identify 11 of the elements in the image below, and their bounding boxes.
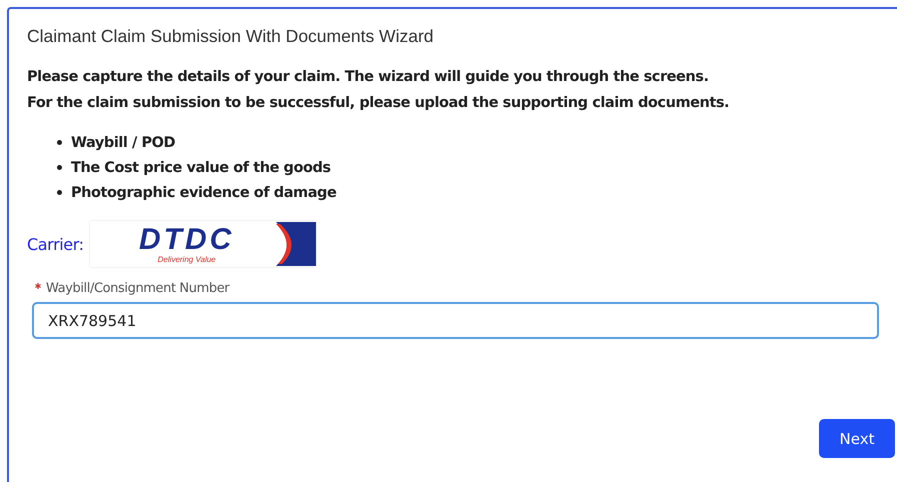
waybill-input-field[interactable]: XRX789541 — [32, 302, 879, 339]
document-list-item: The Cost price value of the goods — [57, 155, 897, 180]
carrier-logo: DTDC Delivering Value — [90, 221, 316, 267]
wizard-title: Claimant Claim Submission With Documents Wizard — [27, 26, 434, 47]
field-label: Waybill/Consignment Number — [46, 281, 230, 296]
document-list-item: Waybill / POD — [57, 130, 897, 155]
instruction-text: Please capture the details of your claim. The wizard will guide you through the screens. — [27, 68, 710, 87]
document-list-item: Photographic evidence of damage — [57, 180, 897, 205]
carrier-label: Carrier: — [27, 234, 84, 254]
instruction-text: For the claim submission to be successful, please upload the supporting claim documents. — [27, 94, 730, 113]
next-button[interactable]: Next — [819, 419, 895, 458]
